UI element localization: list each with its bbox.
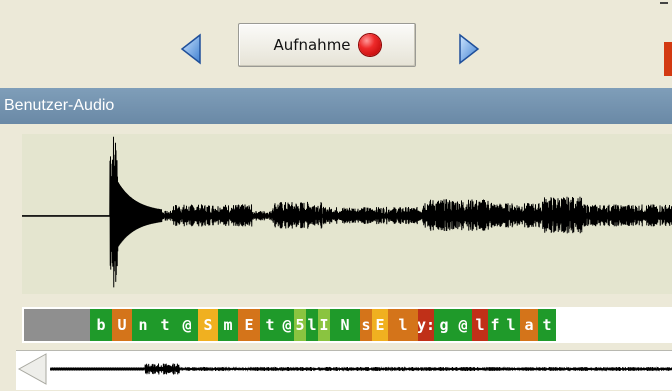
overview-waveform — [50, 363, 672, 375]
phoneme-segment[interactable]: l — [306, 309, 318, 341]
phoneme-segment[interactable]: l — [472, 309, 488, 341]
phoneme-strip: bUnt@SmEt@5lINsEly:g@lflat — [22, 307, 672, 343]
phoneme-segment[interactable]: N — [330, 309, 360, 341]
record-button[interactable]: Aufnahme — [238, 23, 416, 67]
phoneme-segment[interactable]: a — [520, 309, 538, 341]
triangle-right-icon — [459, 33, 480, 65]
phoneme-segment[interactable]: S — [198, 309, 218, 341]
phoneme-segment[interactable]: t — [154, 309, 176, 341]
phoneme-segment[interactable]: @ — [176, 309, 198, 341]
phoneme-segment[interactable]: l — [388, 309, 418, 341]
phoneme-lead-segment — [24, 309, 90, 341]
overview-scrollbar[interactable] — [16, 350, 672, 390]
corner-dash — [660, 2, 668, 4]
waveform-graph — [22, 136, 672, 288]
panel-header: Benutzer-Audio — [0, 88, 672, 124]
phoneme-segment[interactable]: y: — [418, 309, 434, 341]
next-button[interactable] — [458, 33, 480, 65]
phoneme-segment[interactable]: f — [488, 309, 502, 341]
waveform-view[interactable] — [22, 134, 672, 294]
phoneme-segment[interactable]: @ — [454, 309, 472, 341]
phoneme-segment[interactable]: t — [538, 309, 556, 341]
phoneme-segment[interactable]: n — [132, 309, 154, 341]
phoneme-segment[interactable]: l — [502, 309, 520, 341]
scroll-left-arrow-icon — [17, 353, 47, 385]
record-label: Aufnahme — [273, 36, 351, 54]
phoneme-segment[interactable]: @ — [280, 309, 294, 341]
triangle-left-icon — [180, 33, 201, 65]
phoneme-segment[interactable]: E — [238, 309, 260, 341]
phoneme-segment[interactable]: g — [434, 309, 454, 341]
toolbar: Aufnahme — [0, 0, 672, 88]
record-dot-icon — [358, 34, 381, 56]
previous-button[interactable] — [180, 33, 202, 65]
phoneme-segment[interactable]: m — [218, 309, 238, 341]
scroll-left-button[interactable] — [16, 351, 48, 387]
phoneme-segment[interactable]: s — [360, 309, 372, 341]
corner-marker — [664, 42, 672, 76]
panel-title: Benutzer-Audio — [4, 97, 115, 114]
phoneme-segment[interactable]: E — [372, 309, 388, 341]
waveform-line — [22, 136, 672, 288]
phoneme-segment[interactable]: t — [260, 309, 280, 341]
phoneme-segment[interactable]: U — [112, 309, 132, 341]
phoneme-segment[interactable]: 5 — [294, 309, 306, 341]
phoneme-segment[interactable]: I — [318, 309, 330, 341]
phoneme-segment[interactable]: b — [90, 309, 112, 341]
